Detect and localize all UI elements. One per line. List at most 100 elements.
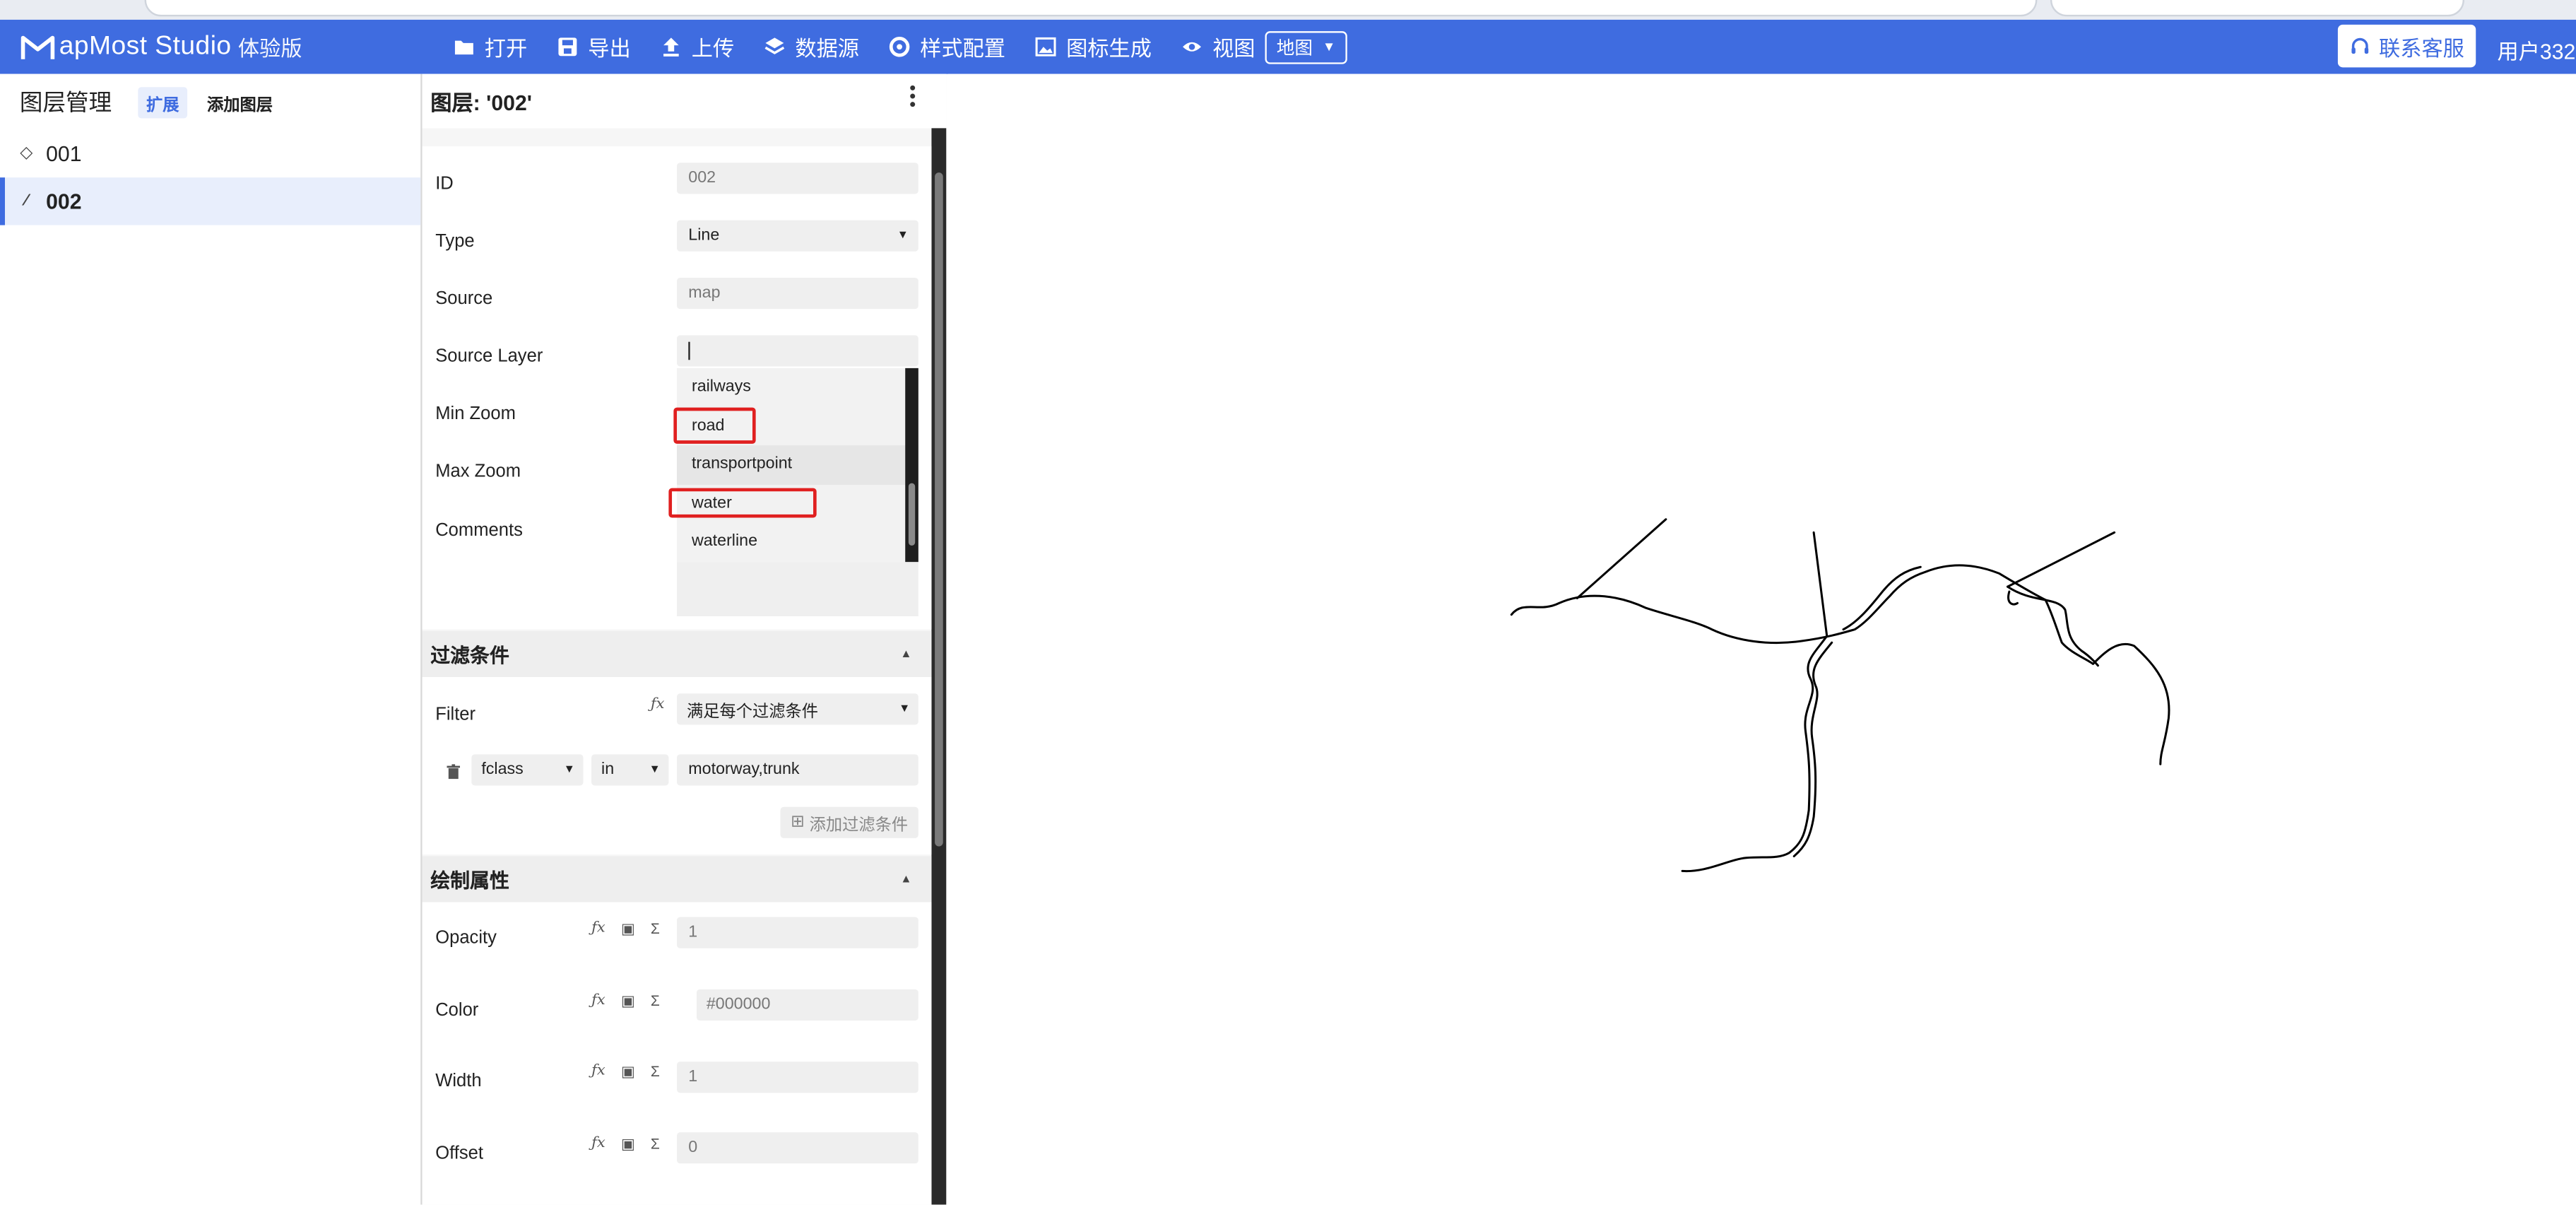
contact-support-label: 联系客服	[2378, 35, 2464, 60]
app-logo: apMost Studio 体验版	[20, 31, 302, 62]
layers-stack-icon	[764, 37, 785, 54]
menu-icon-gen[interactable]: 图标生成	[1035, 31, 1152, 62]
source-label: Source	[435, 289, 493, 310]
layer-item-001[interactable]: ◇ 001	[0, 130, 420, 177]
road-line	[1510, 564, 2170, 765]
type-label: Type	[435, 231, 475, 252]
width-label: Width	[435, 1071, 482, 1091]
user-menu[interactable]: 用户332F	[2497, 35, 2576, 66]
sigma-icon[interactable]: Σ	[651, 992, 660, 1009]
filter-operator-value: in	[601, 760, 615, 780]
type-select[interactable]: Line ▼	[677, 220, 918, 252]
menu-open-label: 打开	[484, 36, 528, 61]
map-canvas[interactable]	[947, 74, 2576, 1205]
filter-field-select[interactable]: fclass ▼	[471, 754, 584, 786]
collapse-icon[interactable]: ▲	[900, 648, 911, 659]
source-layer-input[interactable]	[677, 335, 918, 367]
source-input[interactable]: map	[677, 277, 918, 310]
view-mode-select[interactable]: 地图 ▼	[1265, 30, 1347, 64]
app-edition: 体验版	[237, 36, 302, 61]
add-layer-button[interactable]: 添加图层	[207, 90, 273, 114]
menu-upload[interactable]: 上传	[661, 31, 734, 62]
road-line	[2007, 531, 2116, 588]
browser-search-bar[interactable]	[2050, 0, 2464, 17]
text-cursor	[688, 341, 690, 360]
filter-section-header[interactable]: 过滤条件 ▲	[422, 630, 932, 678]
filter-mode-select[interactable]: 满足每个过滤条件 ▼	[677, 693, 918, 725]
menu-open[interactable]: 打开	[454, 31, 528, 62]
function-icon[interactable]: ƒx	[591, 992, 605, 1009]
filter-field-value: fclass	[481, 760, 524, 780]
comments-label: Comments	[435, 521, 523, 541]
browser-chrome	[0, 0, 2576, 20]
more-options-icon[interactable]	[910, 85, 916, 110]
layer-panel-header: 图层管理 扩展 添加图层	[0, 74, 420, 130]
editor-scrollbar-thumb[interactable]	[935, 172, 943, 847]
expand-button[interactable]: 扩展	[138, 86, 188, 118]
menu-export[interactable]: 导出	[557, 31, 631, 62]
road-line	[1812, 531, 1828, 637]
image-icon[interactable]: ▣	[621, 920, 635, 939]
road-line	[1842, 565, 1922, 631]
dropdown-option[interactable]: railways	[677, 368, 918, 407]
menu-view[interactable]: 视图	[1181, 31, 1255, 62]
filter-label: Filter	[435, 705, 476, 725]
layer-panel: 图层管理 扩展 添加图层 ◇ 001 ⁄ 002	[0, 74, 423, 1205]
offset-input[interactable]: 0	[677, 1132, 918, 1164]
sigma-icon[interactable]: Σ	[651, 1136, 660, 1152]
function-icon[interactable]: ƒx	[591, 1063, 605, 1079]
dropdown-scrollbar[interactable]	[905, 368, 918, 563]
highlight-road	[673, 407, 756, 444]
opacity-input[interactable]: 1	[677, 917, 918, 948]
headset-icon	[2351, 37, 2369, 53]
save-icon	[558, 37, 577, 57]
menu-style-config-label: 样式配置	[920, 36, 1006, 61]
filter-operator-select[interactable]: in ▼	[591, 754, 669, 786]
add-filter-button[interactable]: ⊞ 添加过滤条件	[780, 806, 918, 838]
layer-item-label: 001	[46, 141, 82, 166]
image-icon[interactable]: ▣	[621, 1136, 635, 1154]
function-icon[interactable]: ƒx	[591, 920, 605, 936]
width-input[interactable]: 1	[677, 1062, 918, 1093]
filter-value-input[interactable]: motorway,trunk	[677, 754, 918, 786]
road-line	[1681, 635, 1828, 873]
add-filter-icon: ⊞	[791, 813, 805, 832]
collapse-icon[interactable]: ▲	[900, 874, 911, 885]
id-label: ID	[435, 174, 454, 194]
menu-style-config[interactable]: 样式配置	[889, 31, 1005, 62]
layer-panel-title: 图层管理	[19, 88, 112, 115]
eye-icon	[1183, 42, 1201, 52]
dropdown-scrollbar-thumb[interactable]	[908, 483, 916, 546]
sigma-icon[interactable]: Σ	[651, 1063, 660, 1079]
menu-view-label: 视图	[1212, 36, 1255, 61]
id-input[interactable]: 002	[677, 163, 918, 194]
image-icon[interactable]: ▣	[621, 1063, 635, 1081]
layer-item-002[interactable]: ⁄ 002	[0, 177, 421, 225]
color-input[interactable]: #000000	[696, 989, 918, 1021]
editor-header: 图层: '002'	[422, 74, 947, 129]
comments-textarea[interactable]	[677, 562, 918, 616]
trash-icon[interactable]	[447, 764, 461, 780]
address-bar[interactable]	[144, 0, 2038, 17]
opacity-label: Opacity	[435, 928, 497, 948]
caret-down-icon: ▼	[899, 703, 911, 715]
source-layer-dropdown: railways road transportpoint water water…	[677, 368, 918, 563]
min-zoom-label: Min Zoom	[435, 404, 516, 424]
highlight-water	[668, 488, 817, 518]
top-navbar: apMost Studio 体验版 打开 导出 上传 数据源 样式配置 图标生成…	[0, 19, 2576, 74]
upload-icon	[663, 37, 679, 57]
add-filter-label: 添加过滤条件	[809, 816, 909, 835]
dropdown-option[interactable]: transportpoint	[677, 445, 918, 484]
app-brand: apMost Studio	[59, 32, 232, 60]
image-icon[interactable]: ▣	[621, 992, 635, 1011]
main-menu: 打开 导出 上传 数据源 样式配置 图标生成 视图 地图 ▼	[454, 30, 1347, 64]
sigma-icon[interactable]: Σ	[651, 920, 660, 936]
caret-down-icon: ▼	[563, 764, 575, 776]
function-icon[interactable]: ƒx	[651, 697, 665, 713]
contact-support-button[interactable]: 联系客服	[2337, 24, 2476, 68]
dropdown-option[interactable]: waterline	[677, 522, 918, 561]
menu-datasource[interactable]: 数据源	[764, 31, 859, 62]
caret-down-icon: ▼	[1322, 39, 1336, 54]
paint-section-header[interactable]: 绘制属性 ▲	[422, 856, 932, 903]
function-icon[interactable]: ƒx	[591, 1136, 605, 1152]
